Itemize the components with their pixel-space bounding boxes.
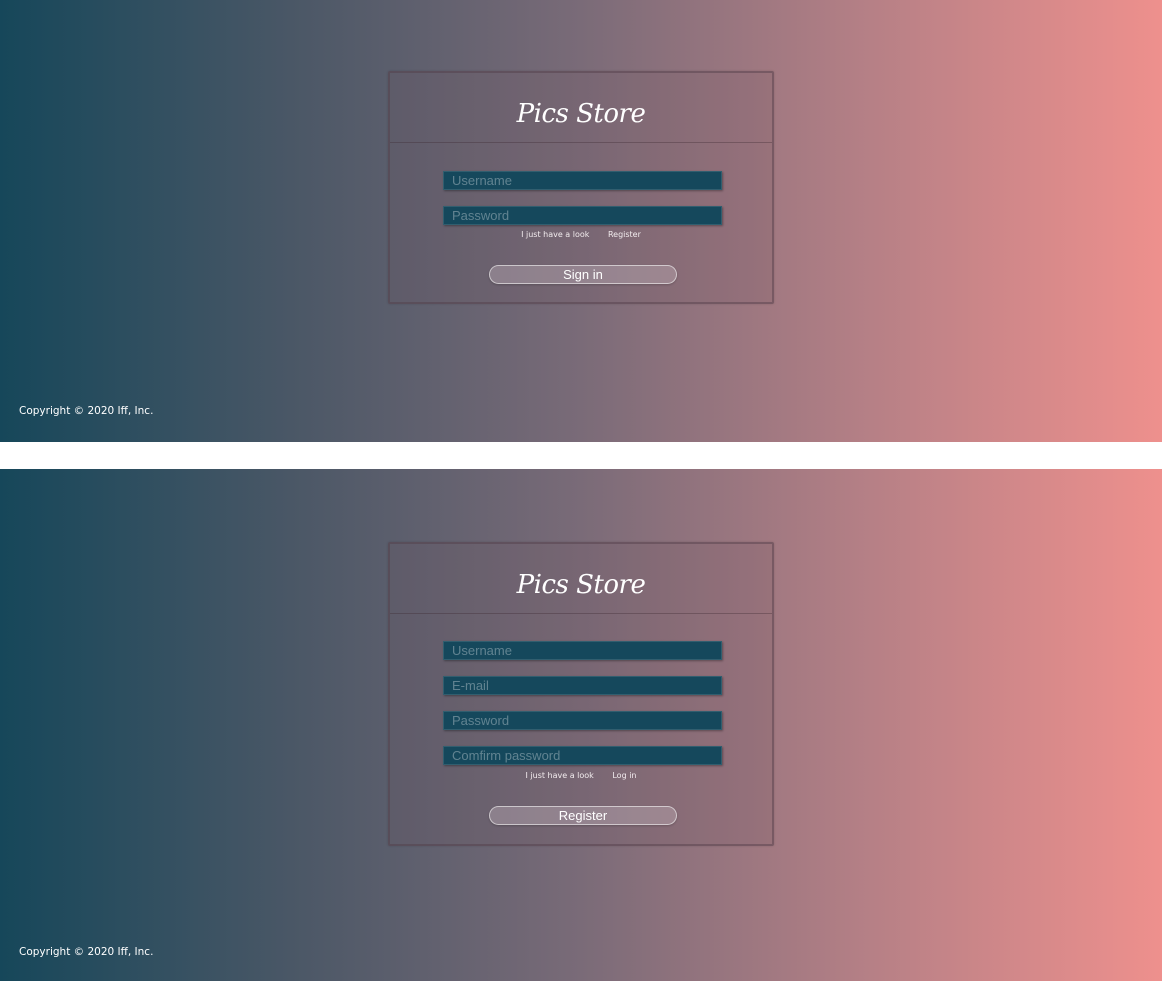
sign-in-button[interactable]: Sign in xyxy=(489,265,677,284)
register-header: Pics Store xyxy=(390,544,772,614)
email-input[interactable] xyxy=(443,676,722,695)
register-link[interactable]: Register xyxy=(608,230,641,239)
look-link[interactable]: I just have a look xyxy=(521,230,589,239)
register-button[interactable]: Register xyxy=(489,806,677,825)
username-input[interactable] xyxy=(443,171,722,190)
app-logo: Pics Store xyxy=(516,99,646,129)
register-panel: Pics Store I just have a look Log in Reg… xyxy=(0,469,1162,981)
login-panel: Pics Store I just have a look Register S… xyxy=(0,0,1162,442)
copyright-text: Copyright © 2020 Iff, Inc. xyxy=(19,946,154,958)
username-input[interactable] xyxy=(443,641,722,660)
log-in-link[interactable]: Log in xyxy=(612,771,636,780)
login-header: Pics Store xyxy=(390,73,772,143)
login-card: Pics Store I just have a look Register S… xyxy=(388,71,774,304)
copyright-text: Copyright © 2020 Iff, Inc. xyxy=(19,405,154,417)
app-logo: Pics Store xyxy=(516,570,646,600)
password-input[interactable] xyxy=(443,711,722,730)
login-links: I just have a look Register xyxy=(390,230,772,239)
password-input[interactable] xyxy=(443,206,722,225)
look-link[interactable]: I just have a look xyxy=(526,771,594,780)
confirm-password-input[interactable] xyxy=(443,746,722,765)
register-card: Pics Store I just have a look Log in Reg… xyxy=(388,542,774,846)
register-links: I just have a look Log in xyxy=(390,771,772,780)
